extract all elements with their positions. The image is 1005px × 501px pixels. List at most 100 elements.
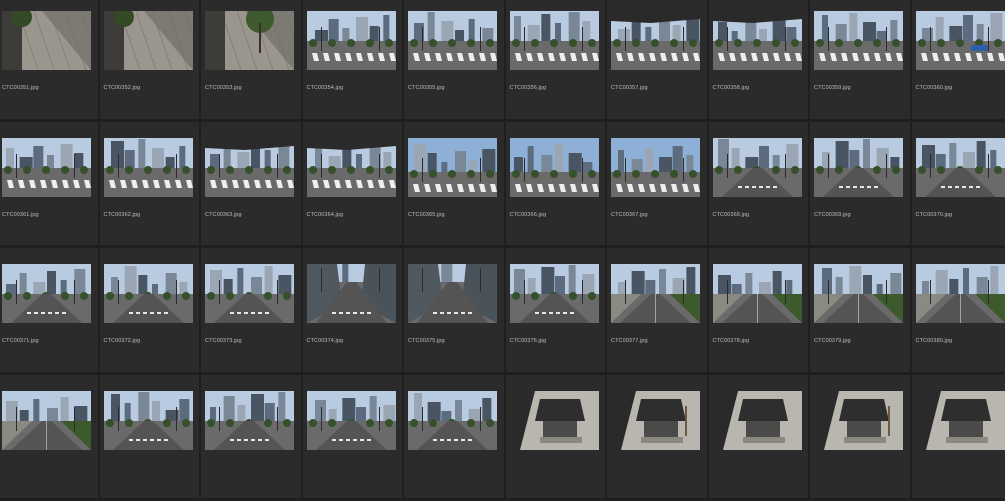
thumbnail-cell[interactable]: CTC00376.jpg [506,248,608,375]
thumbnail-cell[interactable] [303,375,405,501]
photo-thumbnail[interactable] [814,138,903,197]
thumbnail-cell[interactable]: CTC00373.jpg [201,248,303,375]
photo-thumbnail[interactable] [611,11,700,70]
thumbnail-cell[interactable]: CTC00354.jpg [303,0,405,122]
thumbnail-cell[interactable]: CTC00372.jpg [100,248,202,375]
filename-label: CTC00375.jpg [408,338,445,344]
filename-label: CTC00357.jpg [611,85,648,91]
photo-thumbnail[interactable] [814,391,903,450]
thumbnail-grid: CTC00351.jpg CTC00352.jpg CTC00353.jpg CTC0… [0,0,1003,437]
thumbnail-cell[interactable]: CTC00370.jpg [912,122,1005,249]
thumbnail-cell[interactable]: CTC00375.jpg [404,248,506,375]
thumbnail-cell[interactable] [506,375,608,501]
photo-thumbnail[interactable] [104,391,193,450]
filename-label: CTC00372.jpg [104,338,141,344]
photo-thumbnail[interactable] [307,264,396,323]
thumbnail-cell[interactable]: CTC00361.jpg [0,122,100,249]
photo-thumbnail[interactable] [611,138,700,197]
thumbnail-cell[interactable]: CTC00374.jpg [303,248,405,375]
photo-thumbnail[interactable] [104,138,193,197]
filename-label: CTC00352.jpg [104,85,141,91]
photo-thumbnail[interactable] [408,264,497,323]
photo-thumbnail[interactable] [510,11,599,70]
photo-thumbnail[interactable] [408,138,497,197]
thumbnail-cell[interactable]: CTC00366.jpg [506,122,608,249]
photo-thumbnail[interactable] [916,391,1005,450]
filename-label: CTC00356.jpg [510,85,547,91]
filename-label: CTC00355.jpg [408,85,445,91]
thumbnail-cell[interactable] [912,375,1005,501]
filename-label: CTC00366.jpg [510,212,547,218]
filename-label: CTC00369.jpg [814,212,851,218]
filename-label: CTC00353.jpg [205,85,242,91]
thumbnail-cell[interactable]: CTC00359.jpg [810,0,912,122]
filename-label: CTC00364.jpg [307,212,344,218]
photo-thumbnail[interactable] [713,391,802,450]
thumbnail-cell[interactable]: CTC00368.jpg [709,122,811,249]
thumbnail-cell[interactable]: CTC00362.jpg [100,122,202,249]
filename-label: CTC00363.jpg [205,212,242,218]
thumbnail-cell[interactable] [201,375,303,501]
thumbnail-cell[interactable]: CTC00380.jpg [912,248,1005,375]
thumbnail-cell[interactable]: CTC00356.jpg [506,0,608,122]
photo-thumbnail[interactable] [205,391,294,450]
thumbnail-cell[interactable]: CTC00363.jpg [201,122,303,249]
thumbnail-cell[interactable]: CTC00371.jpg [0,248,100,375]
thumbnail-cell[interactable] [0,375,100,501]
thumbnail-cell[interactable]: CTC00360.jpg [912,0,1005,122]
photo-thumbnail[interactable] [307,11,396,70]
filename-label: CTC00365.jpg [408,212,445,218]
photo-thumbnail[interactable] [408,391,497,450]
photo-thumbnail[interactable] [2,11,91,70]
thumbnail-cell[interactable]: CTC00352.jpg [100,0,202,122]
photo-thumbnail[interactable] [713,264,802,323]
thumbnail-cell[interactable]: CTC00378.jpg [709,248,811,375]
photo-thumbnail[interactable] [104,264,193,323]
filename-label: CTC00360.jpg [916,85,953,91]
thumbnail-cell[interactable]: CTC00358.jpg [709,0,811,122]
photo-thumbnail[interactable] [104,11,193,70]
photo-thumbnail[interactable] [205,11,294,70]
filename-label: CTC00359.jpg [814,85,851,91]
thumbnail-cell[interactable] [607,375,709,501]
photo-thumbnail[interactable] [814,11,903,70]
photo-thumbnail[interactable] [2,391,91,450]
thumbnail-cell[interactable]: CTC00369.jpg [810,122,912,249]
photo-thumbnail[interactable] [713,11,802,70]
filename-label: CTC00368.jpg [713,212,750,218]
filename-label: CTC00370.jpg [916,212,953,218]
filename-label: CTC00377.jpg [611,338,648,344]
filename-label: CTC00367.jpg [611,212,648,218]
filename-label: CTC00380.jpg [916,338,953,344]
photo-thumbnail[interactable] [307,391,396,450]
photo-thumbnail[interactable] [611,264,700,323]
thumbnail-cell[interactable]: CTC00367.jpg [607,122,709,249]
photo-thumbnail[interactable] [713,138,802,197]
photo-thumbnail[interactable] [510,138,599,197]
photo-thumbnail[interactable] [205,138,294,197]
thumbnail-cell[interactable] [100,375,202,501]
thumbnail-cell[interactable] [810,375,912,501]
thumbnail-cell[interactable]: CTC00355.jpg [404,0,506,122]
thumbnail-cell[interactable] [709,375,811,501]
photo-thumbnail[interactable] [205,264,294,323]
thumbnail-cell[interactable]: CTC00364.jpg [303,122,405,249]
thumbnail-cell[interactable]: CTC00379.jpg [810,248,912,375]
thumbnail-cell[interactable]: CTC00351.jpg [0,0,100,122]
photo-thumbnail[interactable] [510,391,599,450]
photo-thumbnail[interactable] [307,138,396,197]
photo-thumbnail[interactable] [510,264,599,323]
photo-thumbnail[interactable] [2,264,91,323]
photo-thumbnail[interactable] [408,11,497,70]
thumbnail-cell[interactable]: CTC00377.jpg [607,248,709,375]
photo-thumbnail[interactable] [611,391,700,450]
thumbnail-cell[interactable]: CTC00357.jpg [607,0,709,122]
photo-thumbnail[interactable] [2,138,91,197]
thumbnail-cell[interactable]: CTC00365.jpg [404,122,506,249]
photo-thumbnail[interactable] [814,264,903,323]
photo-thumbnail[interactable] [916,138,1005,197]
photo-thumbnail[interactable] [916,11,1005,70]
thumbnail-cell[interactable] [404,375,506,501]
photo-thumbnail[interactable] [916,264,1005,323]
thumbnail-cell[interactable]: CTC00353.jpg [201,0,303,122]
